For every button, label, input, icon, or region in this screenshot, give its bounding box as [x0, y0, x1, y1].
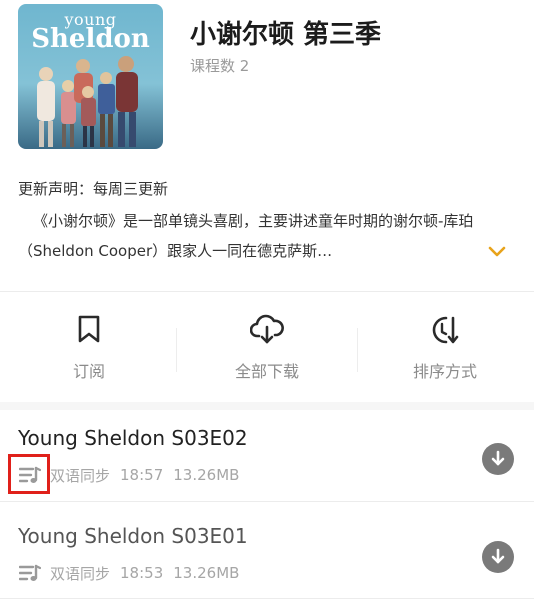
subscribe-button[interactable]: 订阅: [0, 298, 178, 402]
download-all-label: 全部下载: [234, 362, 299, 381]
episode-duration: 18:53: [120, 564, 164, 582]
highlight-box: [8, 454, 50, 494]
episode-meta: 双语同步 18:57 13.26MB: [18, 464, 249, 486]
subscribe-label: 订阅: [72, 362, 105, 381]
arrow-down-icon: [491, 548, 505, 564]
intro-text: 《小谢尔顿》是一部单镜头喜剧，主要讲述童年时期的谢尔顿-库珀（Sheldon C…: [18, 212, 474, 260]
separator: [176, 328, 177, 372]
episode-item[interactable]: Young Sheldon S03E01 双语同步 18:53 13.26MB: [0, 504, 534, 600]
episode-item[interactable]: Young Sheldon S03E02 双语同步 18:57 13.26MB: [0, 406, 534, 502]
course-count: 课程数 2: [190, 57, 250, 75]
cloud-download-icon: [250, 314, 284, 344]
sort-label: 排序方式: [412, 362, 477, 381]
download-all-button[interactable]: 全部下载: [178, 298, 356, 402]
sync-label: 双语同步: [50, 466, 111, 485]
divider: [0, 291, 534, 292]
sort-icon: [432, 316, 459, 344]
album-header: young Sheldon 小谢尔顿 第三季 课程数 2: [0, 0, 534, 160]
expand-chevron-icon[interactable]: [488, 246, 506, 258]
arrow-down-icon: [491, 450, 505, 466]
bookmark-icon: [78, 315, 100, 343]
episode-size: 13.26MB: [173, 564, 240, 582]
sort-button[interactable]: 排序方式: [356, 298, 534, 402]
cover-title-line2: Sheldon: [31, 24, 150, 54]
episode-size: 13.26MB: [173, 466, 240, 484]
cover-family-illustration: [37, 56, 138, 147]
episode-download-button[interactable]: [482, 541, 514, 573]
album-description: 更新声明：每周三更新 《小谢尔顿》是一部单镜头喜剧，主要讲述童年时期的谢尔顿-库…: [18, 178, 518, 266]
episode-title: Young Sheldon S03E01: [18, 524, 248, 548]
bilingual-sync-icon: [18, 563, 42, 583]
update-note: 更新声明：每周三更新: [18, 180, 169, 198]
divider: [0, 598, 534, 599]
episode-title: Young Sheldon S03E02: [18, 426, 248, 450]
divider: [0, 501, 534, 502]
sync-label: 双语同步: [50, 564, 111, 583]
episode-download-button[interactable]: [482, 443, 514, 475]
album-title: 小谢尔顿 第三季: [190, 20, 382, 50]
episode-duration: 18:57: [120, 466, 164, 484]
action-bar: 订阅 全部下载 排序方式: [0, 298, 534, 402]
album-cover[interactable]: young Sheldon: [18, 4, 163, 149]
episode-meta: 双语同步 18:53 13.26MB: [18, 562, 249, 584]
